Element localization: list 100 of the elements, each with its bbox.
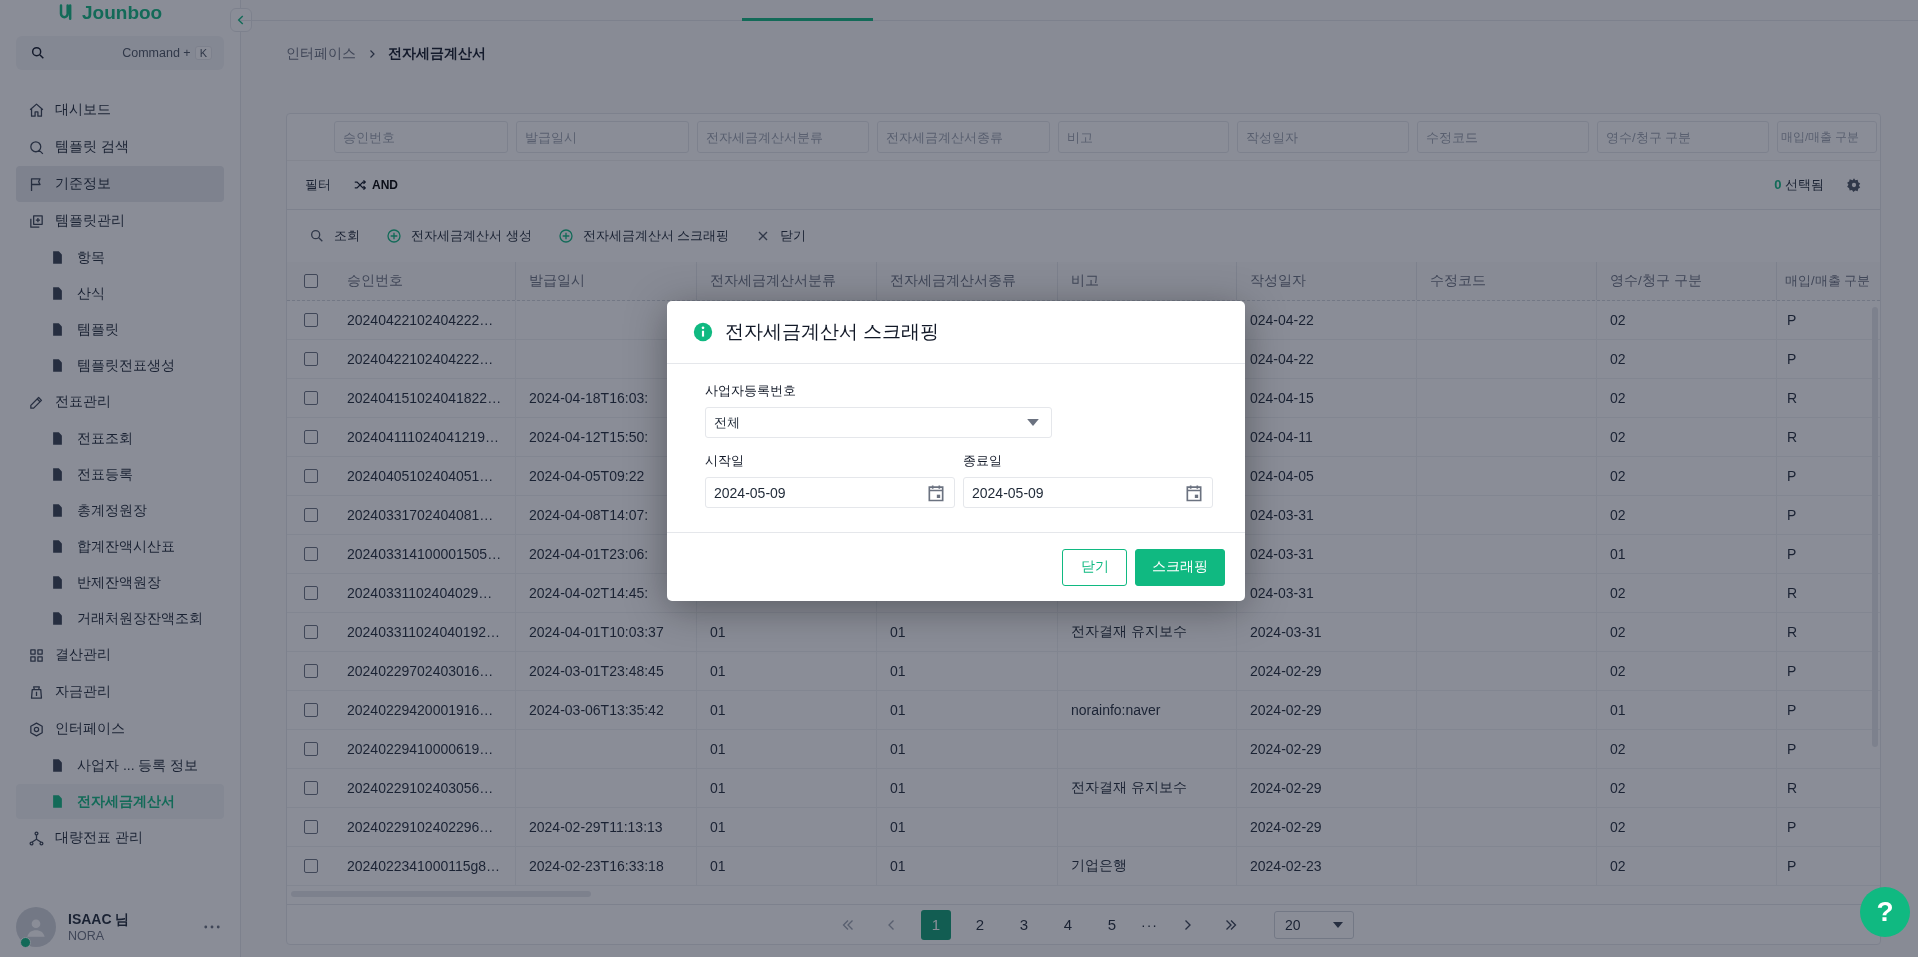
document-icon [50,250,65,265]
row-checkbox[interactable] [303,430,318,444]
page-button[interactable]: 4 [1053,909,1083,940]
row-checkbox[interactable] [303,625,318,639]
sidebar-item[interactable]: 대량전표 관리 [16,820,224,856]
table-cell: 20240229102402296… [347,819,494,835]
page-button[interactable]: 5 [1097,909,1127,940]
row-checkbox[interactable] [303,859,318,873]
start-date-field[interactable]: 2024-05-09 [705,477,955,508]
table-cell: 02 [1610,429,1626,445]
table-cell: P [1787,858,1797,874]
business-number-select[interactable]: 전체 [705,407,1052,438]
page-button[interactable]: 2 [965,909,995,940]
sidebar-subitem[interactable]: 템플릿 [16,312,224,347]
sidebar-item[interactable]: 대시보드 [16,92,224,128]
row-checkbox[interactable] [303,391,318,405]
key-badge: K [194,46,212,60]
table-cell: 2024-02-29 [1250,663,1322,679]
breadcrumb-link[interactable]: 인터페이스 [286,45,356,63]
row-checkbox[interactable] [303,820,318,834]
search-field[interactable]: Command + K [16,36,224,70]
table-cell: 02 [1610,507,1626,523]
breadcrumb-current: 전자세금계산서 [388,45,486,63]
column-header[interactable]: 발급일시 [529,272,585,290]
add-button[interactable]: 전자세금계산서 생성 [386,227,532,245]
filter-mode-button[interactable]: AND [353,178,398,192]
sidebar-subitem[interactable]: 거래처원장잔액조회 [16,601,224,636]
row-checkbox[interactable] [303,664,318,678]
shortcut-hint: Command + [122,46,191,60]
table-cell: 20240422102404222… [347,312,494,328]
cancel-button[interactable]: 닫기 [1062,548,1127,586]
row-checkbox[interactable] [303,313,318,327]
table-cell: 024-04-22 [1250,312,1314,328]
column-header[interactable]: 영수/청구 구분 [1610,272,1702,290]
sidebar-subitem[interactable]: 전표조회 [16,421,224,456]
sidebar-item[interactable]: 템플릿 검색 [16,129,224,165]
sidebar-subitem[interactable]: 사업자 ... 등록 정보 [16,748,224,783]
table-cell: R [1787,585,1798,601]
table-cell: 20240331102404029… [347,585,493,601]
row-checkbox[interactable] [303,781,318,795]
table-cell: 02 [1610,780,1626,796]
table-cell: 024-03-31 [1250,546,1314,562]
page-size-select[interactable]: 20 [1274,910,1354,939]
sidebar-item[interactable]: 전표관리 [16,384,224,420]
column-header[interactable]: 전자세금계산서종류 [890,272,1016,290]
row-checkbox[interactable] [303,703,318,717]
table-cell: 2024-04-01T23:06: [529,546,649,562]
column-header[interactable]: 비고 [1071,272,1099,290]
table-cell: 02 [1610,819,1626,835]
sidebar-item[interactable]: 결산관리 [16,637,224,673]
table-cell: 20240422102404222… [347,351,494,367]
sidebar-item[interactable]: 인터페이스 [16,711,224,747]
settings-icon[interactable] [1846,177,1862,193]
user-org: NORA [68,929,106,943]
sidebar-subitem[interactable]: 반제잔액원장 [16,565,224,600]
row-checkbox[interactable] [303,586,318,600]
network-icon [28,829,45,847]
scrape-button[interactable]: 스크래핑 [1135,548,1225,586]
sidebar-subitem[interactable]: 전표등록 [16,457,224,492]
row-checkbox[interactable] [303,469,318,483]
table-cell: 02 [1610,390,1626,406]
table-cell: P [1787,468,1797,484]
sidebar-subitem[interactable]: 템플릿전표생성 [16,348,224,383]
table-cell: 01 [710,780,726,796]
sidebar-item[interactable]: 자금관리 [16,674,224,710]
caret-down-icon [1027,419,1039,426]
more-icon[interactable] [204,925,220,929]
avatar[interactable] [16,907,56,947]
search-button[interactable]: 조회 [309,227,360,245]
collapse-sidebar-button[interactable] [230,8,252,32]
column-header[interactable]: 작성일자 [1250,272,1306,290]
column-header[interactable]: 수정코드 [1430,272,1486,290]
sidebar-subitem[interactable]: 항목 [16,240,224,275]
table-cell: R [1787,429,1798,445]
row-checkbox[interactable] [303,352,318,366]
table-cell: 01 [890,741,906,757]
sidebar-subitem[interactable]: 산식 [16,276,224,311]
column-header[interactable]: 매입/매출 구분 [1785,272,1871,290]
document-icon [50,758,65,773]
end-date-field[interactable]: 2024-05-09 [963,477,1213,508]
row-checkbox[interactable] [303,547,318,561]
column-header[interactable]: 승인번호 [347,272,403,290]
row-checkbox[interactable] [303,508,318,522]
table-cell: 기업은행 [1071,857,1127,875]
table-cell: 2024-04-18T16:03: [529,390,649,406]
table-cell: 2024-04-05T09:22 [529,468,645,484]
add-button[interactable]: 전자세금계산서 스크래핑 [557,227,730,245]
close-button[interactable]: 닫기 [755,227,807,245]
sidebar-item[interactable]: 기준정보 [16,166,224,202]
table-cell: 024-03-31 [1250,585,1314,601]
page-button[interactable]: 1 [921,909,951,940]
sidebar-subitem[interactable]: 총계정원장 [16,493,224,528]
row-checkbox[interactable] [303,742,318,756]
column-header[interactable]: 전자세금계산서분류 [710,272,836,290]
table-cell: norainfo:naver [1071,702,1161,718]
document-icon [50,575,65,590]
sidebar-item[interactable]: 템플릿관리 [16,203,224,239]
select-all-checkbox[interactable] [303,274,318,288]
sidebar-subitem[interactable]: 합계잔액시산표 [16,529,224,564]
page-button[interactable]: 3 [1009,909,1039,940]
